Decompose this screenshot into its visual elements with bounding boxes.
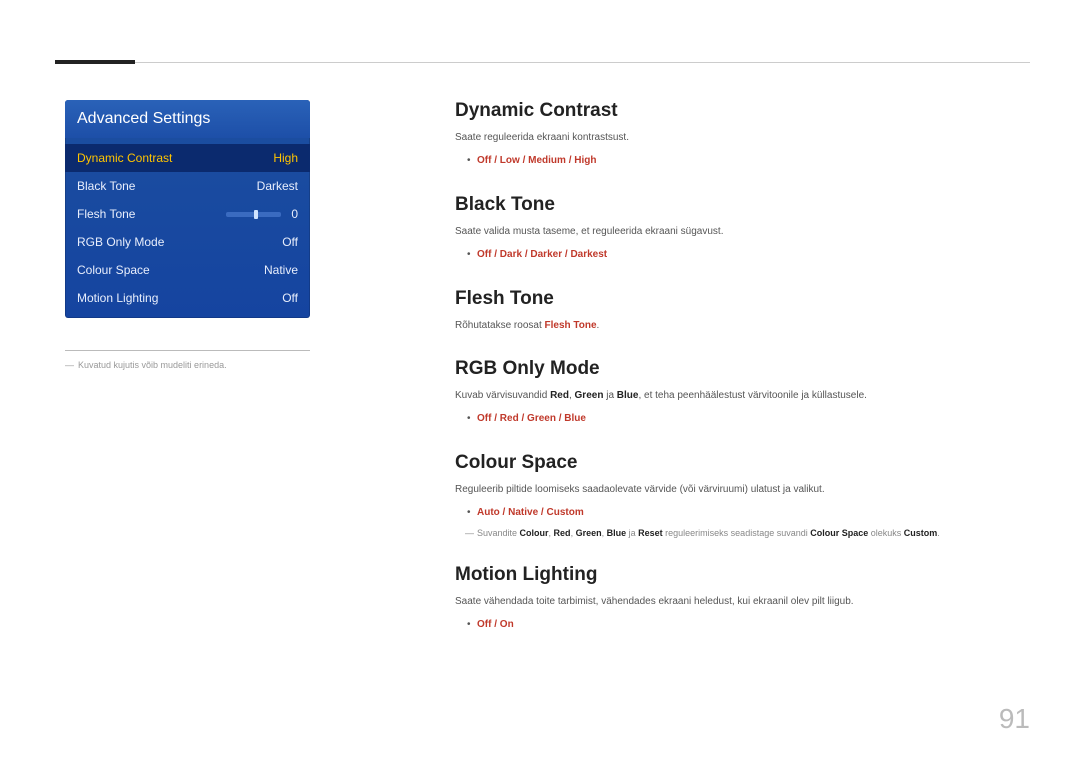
left-column: Advanced Settings Dynamic Contrast High Bl… (65, 100, 395, 658)
osd-value: Off (282, 291, 298, 305)
section-colour-space: Colour Space Reguleerib piltide loomisek… (455, 452, 1030, 540)
osd-value-wrap: Off (282, 235, 298, 249)
osd-value: Darkest (257, 179, 298, 193)
osd-label: Black Tone (77, 179, 135, 193)
section-motion-lighting: Motion Lighting Saate vähendada toite ta… (455, 564, 1030, 634)
osd-row[interactable]: Colour Space Native (65, 256, 310, 284)
osd-value: 0 (291, 207, 298, 221)
desc-motion-lighting: Saate vähendada toite tarbimist, vähenda… (455, 594, 1030, 610)
osd-label: Flesh Tone (77, 207, 135, 221)
section-rgb-only-mode: RGB Only Mode Kuvab värvisuvandid Red, G… (455, 358, 1030, 428)
page-number: 91 (999, 703, 1030, 735)
osd-value: High (273, 151, 298, 165)
osd-row[interactable]: RGB Only Mode Off (65, 228, 310, 256)
osd-label: Dynamic Contrast (77, 151, 172, 165)
osd-row[interactable]: Dynamic Contrast High (65, 144, 310, 172)
header-rule (65, 62, 1030, 63)
osd-value-wrap: Off (282, 291, 298, 305)
opts-dynamic-contrast: Off / Low / Medium / High (467, 152, 1030, 170)
opts-black-tone: Off / Dark / Darker / Darkest (467, 246, 1030, 264)
desc-black-tone: Saate valida musta taseme, et reguleerid… (455, 224, 1030, 240)
heading-flesh-tone: Flesh Tone (455, 288, 1030, 310)
section-flesh-tone: Flesh Tone Rõhutatakse roosat Flesh Tone… (455, 288, 1030, 334)
osd-value-wrap: 0 (226, 207, 298, 221)
osd-value-wrap: Native (264, 263, 298, 277)
osd-title: Advanced Settings (65, 100, 310, 138)
opts-motion-lighting: Off / On (467, 616, 1030, 634)
opts-colour-space: Auto / Native / Custom (467, 504, 1030, 522)
osd-value: Off (282, 235, 298, 249)
desc-flesh-tone: Rõhutatakse roosat Flesh Tone. (455, 318, 1030, 334)
subnote-colour-space: Suvandite Colour, Red, Green, Blue ja Re… (455, 526, 1030, 540)
section-dynamic-contrast: Dynamic Contrast Saate reguleerida ekraa… (455, 100, 1030, 170)
section-black-tone: Black Tone Saate valida musta taseme, et… (455, 194, 1030, 264)
footnote: ―Kuvatud kujutis võib mudeliti erineda. (65, 359, 395, 372)
opts-rgb-only-mode: Off / Red / Green / Blue (467, 410, 1030, 428)
osd-value-wrap: Darkest (257, 179, 298, 193)
desc-colour-space: Reguleerib piltide loomiseks saadaolevat… (455, 482, 1030, 498)
heading-rgb-only-mode: RGB Only Mode (455, 358, 1030, 380)
osd-label: Motion Lighting (77, 291, 158, 305)
note-rule (65, 350, 310, 351)
osd-label: Colour Space (77, 263, 150, 277)
heading-colour-space: Colour Space (455, 452, 1030, 474)
right-column: Dynamic Contrast Saate reguleerida ekraa… (455, 100, 1030, 658)
content: Advanced Settings Dynamic Contrast High Bl… (65, 100, 1030, 658)
desc-rgb-only-mode: Kuvab värvisuvandid Red, Green ja Blue, … (455, 388, 1030, 404)
osd-row[interactable]: Black Tone Darkest (65, 172, 310, 200)
header-accent (55, 60, 135, 64)
osd-label: RGB Only Mode (77, 235, 164, 249)
heading-black-tone: Black Tone (455, 194, 1030, 216)
osd-value: Native (264, 263, 298, 277)
osd-value-wrap: High (273, 151, 298, 165)
osd-row[interactable]: Flesh Tone 0 (65, 200, 310, 228)
heading-motion-lighting: Motion Lighting (455, 564, 1030, 586)
desc-dynamic-contrast: Saate reguleerida ekraani kontrastsust. (455, 130, 1030, 146)
slider[interactable] (226, 212, 281, 217)
osd-panel: Advanced Settings Dynamic Contrast High Bl… (65, 100, 310, 318)
osd-row[interactable]: Motion Lighting Off (65, 284, 310, 312)
heading-dynamic-contrast: Dynamic Contrast (455, 100, 1030, 122)
